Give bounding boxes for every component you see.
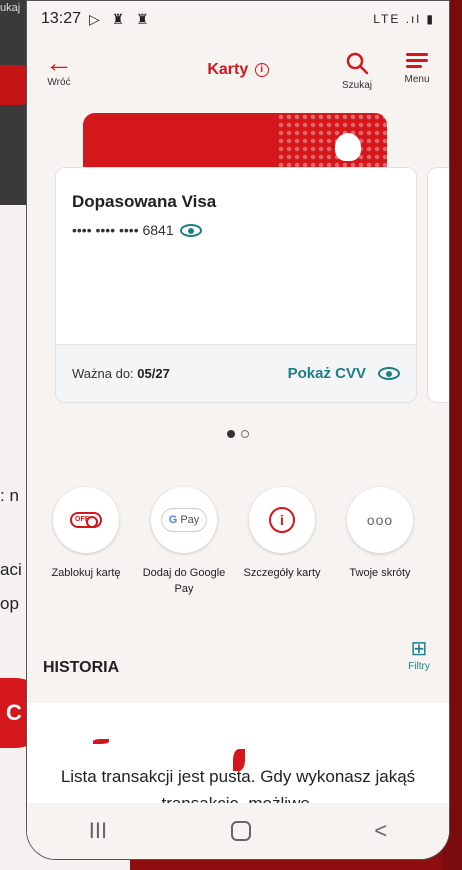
background-text: op (0, 594, 19, 613)
google-pay-button[interactable]: G Pay Dodaj do Google Pay (139, 487, 229, 597)
action-label: Szczegóły karty (243, 567, 321, 579)
card-number: •••• •••• •••• 6841 (72, 222, 174, 238)
background-text: aci (0, 560, 22, 579)
history-header: HISTORIA ⊞ Filtry (27, 627, 449, 697)
background-tab-text: ukaj (0, 2, 21, 14)
background-text: : n (0, 486, 19, 505)
home-button[interactable] (230, 821, 251, 841)
card-name: Dopasowana Visa (72, 192, 217, 211)
more-icon: ooo (366, 512, 394, 528)
card-footer: Ważna do: 05/27 Pokaż CVV (56, 344, 416, 402)
pager-dot-active (226, 430, 235, 438)
page-title-text: Karty (207, 61, 249, 78)
google-pay-icon: G Pay (161, 508, 207, 532)
signal-battery-icons: LTE .ıl ▮ (373, 12, 435, 26)
show-cvv-button[interactable]: Pokaż CVV (288, 365, 400, 382)
status-time: 13:27 (41, 10, 82, 27)
block-card-button[interactable]: OFF Zablokuj kartę (41, 487, 131, 581)
valid-label: Ważna do: (72, 366, 134, 381)
action-label: Dodaj do Google Pay (142, 567, 226, 595)
system-nav-bar: III < (27, 803, 449, 859)
decor-leaf (93, 739, 109, 744)
card-details-panel[interactable]: Dopasowana Visa •••• •••• •••• 6841 Ważn… (55, 167, 417, 403)
recent-apps-button[interactable]: III (89, 818, 107, 844)
bank-logo-icon (335, 133, 361, 161)
eye-icon (378, 367, 400, 380)
action-label: Zablokuj kartę (51, 567, 121, 579)
off-toggle-icon: OFF (70, 512, 102, 528)
search-icon (346, 52, 369, 75)
action-label: Twoje skróty (349, 567, 411, 579)
filter-icon: ⊞ (410, 638, 428, 660)
search-label: Szukaj (341, 80, 372, 91)
info-icon[interactable]: i (254, 62, 269, 77)
card-pager[interactable] (27, 425, 449, 443)
system-back-button[interactable]: < (374, 818, 387, 844)
valid-value: 05/27 (137, 366, 170, 381)
menu-label: Menu (404, 74, 430, 85)
hamburger-icon (406, 51, 428, 69)
phone-screen: 13:27 ▷ ♜ ♜ LTE .ıl ▮ ← Wróć Karty i Szu… (26, 0, 450, 860)
filter-button[interactable]: ⊞ Filtry (399, 637, 439, 672)
search-button[interactable]: Szukaj (335, 51, 379, 91)
notification-icons: ▷ ♜ ♜ (89, 10, 153, 27)
pager-dot (241, 430, 250, 438)
card-details-button[interactable]: i Szczegóły karty (237, 487, 327, 581)
valid-until: Ważna do: 05/27 (72, 366, 170, 381)
filter-label: Filtry (408, 661, 430, 672)
next-card-peek[interactable] (427, 167, 449, 403)
show-cvv-label: Pokaż CVV (287, 365, 366, 382)
eye-icon[interactable] (179, 223, 202, 237)
shortcuts-button[interactable]: ooo Twoje skróty (335, 487, 425, 581)
page-title: Karty i (27, 61, 449, 79)
history-title: HISTORIA (43, 659, 120, 676)
main-content: Dopasowana Visa •••• •••• •••• 6841 Ważn… (27, 107, 449, 859)
menu-button[interactable]: Menu (395, 51, 439, 85)
status-bar: 13:27 ▷ ♜ ♜ LTE .ıl ▮ (27, 1, 449, 37)
info-icon: i (269, 507, 295, 533)
card-number-row: •••• •••• •••• 6841 (72, 222, 202, 238)
app-header: ← Wróć Karty i Szukaj Menu (27, 37, 449, 107)
